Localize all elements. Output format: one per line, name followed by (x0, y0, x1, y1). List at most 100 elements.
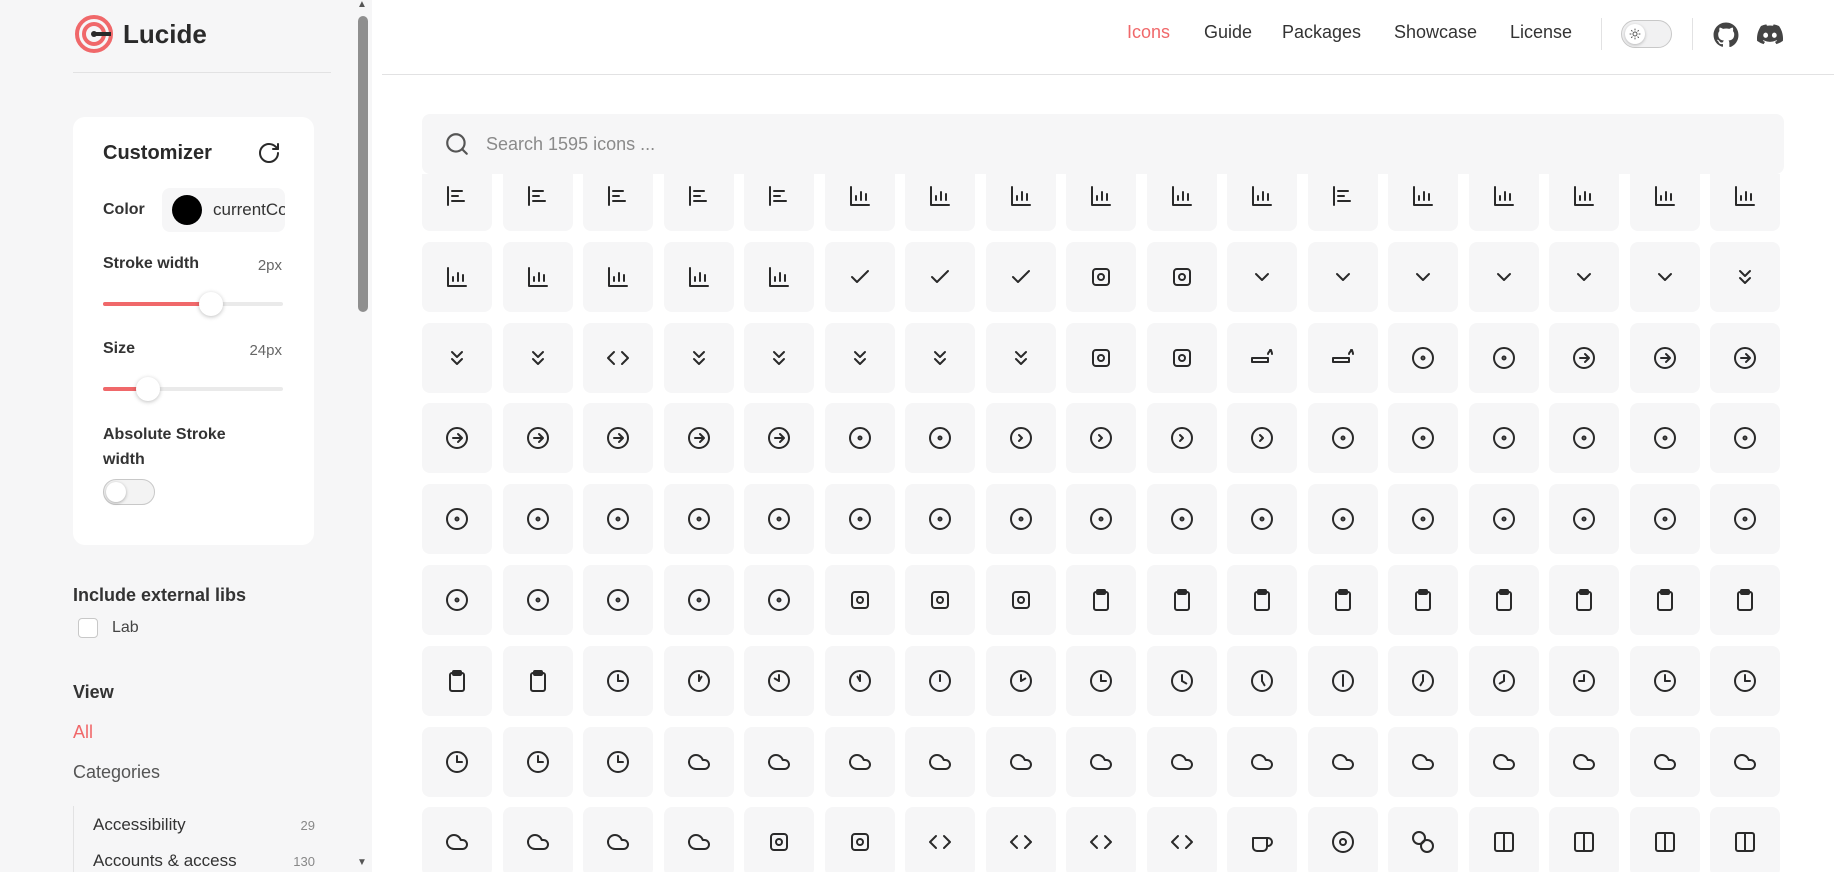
icon-tile[interactable] (1227, 241, 1297, 312)
icon-tile[interactable] (824, 726, 895, 797)
absolute-stroke-toggle[interactable] (103, 479, 155, 505)
icon-tile[interactable] (905, 174, 975, 231)
icon-tile[interactable] (1307, 174, 1378, 231)
icon-tile[interactable] (1307, 565, 1378, 635)
icon-tile[interactable] (1388, 484, 1458, 555)
color-value[interactable]: currentColor (213, 200, 285, 220)
icon-tile[interactable] (1549, 241, 1619, 312)
icon-tile[interactable] (422, 241, 492, 312)
icon-tile[interactable] (1549, 174, 1619, 231)
icon-tile[interactable] (1468, 565, 1539, 635)
icon-tile[interactable] (905, 322, 975, 393)
icon-tile[interactable] (1710, 484, 1780, 555)
icon-tile[interactable] (663, 484, 734, 555)
size-slider[interactable] (103, 377, 283, 401)
icon-tile[interactable] (744, 726, 814, 797)
github-icon[interactable] (1713, 22, 1739, 48)
icon-tile[interactable] (1549, 565, 1619, 635)
icon-tile[interactable] (1066, 241, 1136, 312)
nav-license[interactable]: License (1510, 22, 1572, 43)
icon-tile[interactable] (1066, 807, 1136, 872)
icon-tile[interactable] (502, 174, 573, 231)
icon-tile[interactable] (1629, 726, 1700, 797)
icon-tile[interactable] (1146, 241, 1217, 312)
icon-tile[interactable] (663, 645, 734, 716)
icon-tile[interactable] (744, 403, 814, 474)
icon-tile[interactable] (663, 174, 734, 231)
icon-tile[interactable] (824, 174, 895, 231)
icon-tile[interactable] (1388, 403, 1458, 474)
icon-tile[interactable] (502, 403, 573, 474)
icon-tile[interactable] (985, 484, 1056, 555)
icon-tile[interactable] (502, 484, 573, 555)
icon-tile[interactable] (1388, 565, 1458, 635)
icon-tile[interactable] (1710, 241, 1780, 312)
icon-tile[interactable] (1710, 565, 1780, 635)
icon-tile[interactable] (663, 322, 734, 393)
icon-tile[interactable] (905, 241, 975, 312)
icon-tile[interactable] (1710, 645, 1780, 716)
icon-tile[interactable] (1468, 807, 1539, 872)
icon-tile[interactable] (1307, 726, 1378, 797)
icon-tile[interactable] (1710, 174, 1780, 231)
discord-icon[interactable] (1757, 23, 1783, 47)
icon-tile[interactable] (502, 645, 573, 716)
icon-tile[interactable] (1146, 645, 1217, 716)
icon-tile[interactable] (744, 174, 814, 231)
icon-tile[interactable] (1629, 174, 1700, 231)
icon-tile[interactable] (1066, 645, 1136, 716)
search-input[interactable] (486, 133, 1686, 155)
icon-tile[interactable] (1629, 565, 1700, 635)
icon-tile[interactable] (1388, 174, 1458, 231)
color-swatch[interactable] (172, 195, 202, 225)
icon-tile[interactable] (985, 565, 1056, 635)
icon-tile[interactable] (1227, 726, 1297, 797)
icon-tile[interactable] (422, 322, 492, 393)
icon-tile[interactable] (1227, 565, 1297, 635)
icon-tile[interactable] (1388, 645, 1458, 716)
icon-tile[interactable] (1468, 403, 1539, 474)
icon-tile[interactable] (1066, 174, 1136, 231)
icon-tile[interactable] (1629, 645, 1700, 716)
icon-tile[interactable] (1468, 174, 1539, 231)
icon-tile[interactable] (583, 645, 653, 716)
scroll-down-arrow[interactable]: ▼ (356, 858, 368, 868)
icon-tile[interactable] (583, 565, 653, 635)
icon-tile[interactable] (1549, 645, 1619, 716)
lab-option[interactable]: Lab (78, 618, 139, 638)
nav-guide[interactable]: Guide (1204, 22, 1252, 43)
icon-tile[interactable] (744, 807, 814, 872)
icon-tile[interactable] (1146, 484, 1217, 555)
icon-tile[interactable] (985, 322, 1056, 393)
icon-tile[interactable] (1066, 484, 1136, 555)
icon-tile[interactable] (824, 322, 895, 393)
icon-tile[interactable] (1710, 403, 1780, 474)
category-item[interactable]: Accounts & access 130 (93, 851, 315, 871)
icon-tile[interactable] (1307, 403, 1378, 474)
icon-tile[interactable] (1468, 726, 1539, 797)
icon-tile[interactable] (502, 241, 573, 312)
icon-tile[interactable] (1227, 174, 1297, 231)
search-bar[interactable] (422, 114, 1784, 174)
scrollbar-thumb[interactable] (358, 16, 368, 312)
size-slider-thumb[interactable] (136, 377, 160, 401)
icon-tile[interactable] (1307, 241, 1378, 312)
icon-tile[interactable] (1146, 403, 1217, 474)
categories-link[interactable]: Categories (73, 762, 160, 783)
icon-tile[interactable] (663, 403, 734, 474)
color-picker[interactable]: currentColor (162, 188, 285, 232)
icon-tile[interactable] (1710, 322, 1780, 393)
icon-tile[interactable] (744, 241, 814, 312)
icon-tile[interactable] (583, 403, 653, 474)
icon-tile[interactable] (422, 565, 492, 635)
icon-tile[interactable] (1388, 241, 1458, 312)
icon-tile[interactable] (905, 403, 975, 474)
icon-tile[interactable] (905, 726, 975, 797)
icon-tile[interactable] (422, 174, 492, 231)
icon-tile[interactable] (1388, 807, 1458, 872)
nav-icons[interactable]: Icons (1127, 22, 1170, 43)
icon-tile[interactable] (1629, 322, 1700, 393)
icon-tile[interactable] (824, 565, 895, 635)
icon-tile[interactable] (744, 322, 814, 393)
icon-tile[interactable] (1629, 807, 1700, 872)
